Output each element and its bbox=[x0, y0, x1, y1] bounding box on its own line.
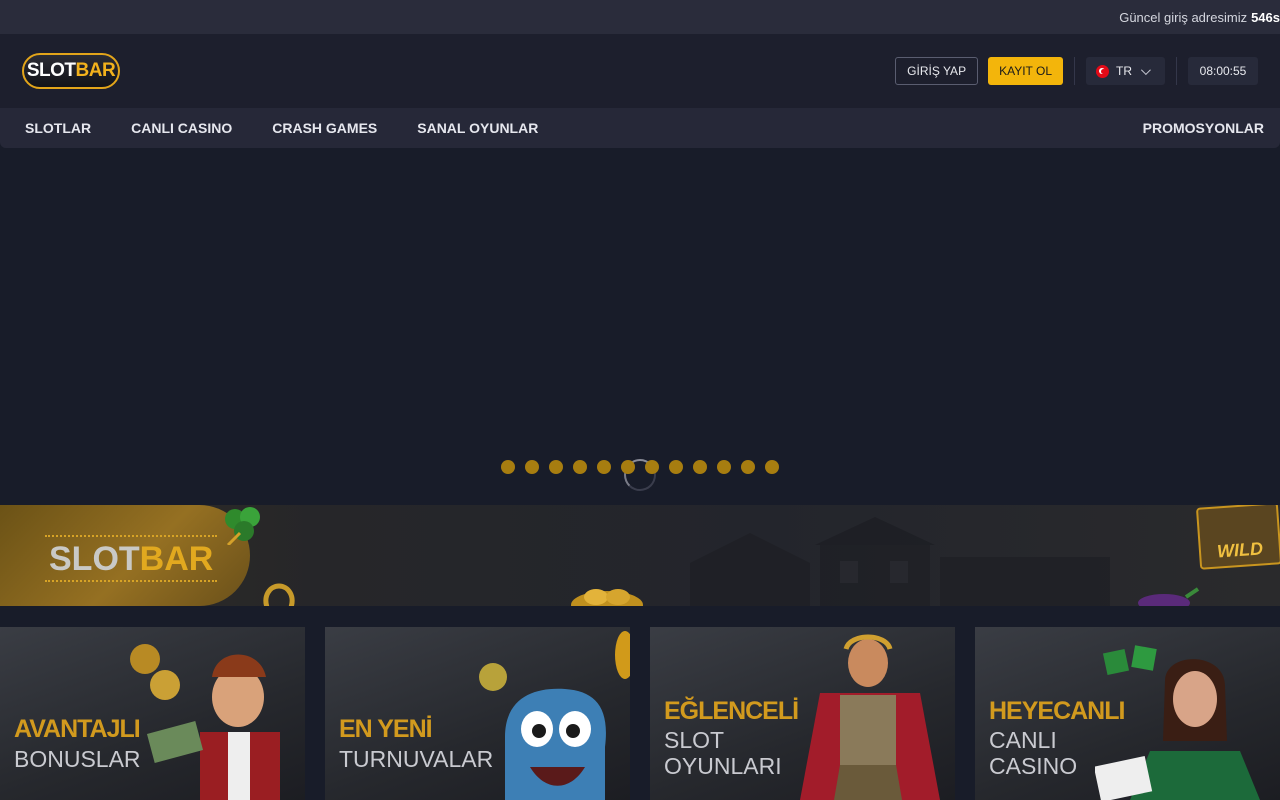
site-logo[interactable]: SLOT BAR bbox=[22, 53, 120, 89]
slider-dot[interactable] bbox=[597, 460, 611, 474]
card-title: EĞLENCELİ bbox=[664, 697, 799, 725]
card-live-casino[interactable]: HEYECANLI CANLI CASINO bbox=[975, 627, 1280, 800]
ticker-count: 546s bbox=[1251, 9, 1280, 25]
logo-slot-text: SLOT bbox=[26, 60, 76, 81]
announcement-ticker: Güncel giriş adresimiz 546s bbox=[0, 0, 1280, 34]
site-header: SLOT BAR GİRİŞ YAP KAYIT OL TR 08:00:55 bbox=[0, 34, 1280, 108]
header-divider bbox=[1074, 57, 1075, 85]
chevron-down-icon bbox=[1140, 64, 1151, 75]
slider-dot[interactable] bbox=[621, 460, 635, 474]
header-actions: GİRİŞ YAP KAYIT OL TR 08:00:55 bbox=[895, 57, 1258, 85]
card-subtitle: BONUSLAR bbox=[14, 746, 141, 772]
register-button[interactable]: KAYIT OL bbox=[988, 57, 1063, 85]
card-tournaments[interactable]: EN YENİ TURNUVALAR bbox=[325, 627, 630, 800]
turkey-flag-icon bbox=[1096, 64, 1109, 78]
nav-item-promosyonlar[interactable]: PROMOSYONLAR bbox=[1143, 120, 1264, 136]
horseshoe-icon bbox=[263, 583, 295, 606]
gladiator-icon bbox=[800, 634, 940, 800]
slider-dot[interactable] bbox=[765, 460, 779, 474]
nav-item-slotlar[interactable]: SLOTLAR bbox=[25, 120, 91, 136]
slider-pagination bbox=[501, 460, 789, 474]
card-title: AVANTAJLI bbox=[14, 715, 141, 743]
slider-dot[interactable] bbox=[741, 460, 755, 474]
card-subtitle: CANLI bbox=[989, 727, 1057, 753]
card-bonuses[interactable]: AVANTAJLI BONUSLAR bbox=[0, 627, 305, 800]
slider-dot[interactable] bbox=[573, 460, 587, 474]
slider-dot[interactable] bbox=[645, 460, 659, 474]
promo-cards: AVANTAJLI BONUSLAR EN YENİ TURNUVALAR EĞ… bbox=[0, 627, 1280, 800]
man-with-cash-icon bbox=[130, 644, 280, 800]
slider-dot[interactable] bbox=[525, 460, 539, 474]
hero-slider bbox=[0, 148, 1280, 505]
card-subtitle: TURNUVALAR bbox=[339, 746, 494, 772]
header-divider bbox=[1176, 57, 1177, 85]
logo-bar-text: BAR bbox=[75, 60, 116, 81]
nav-item-sanal-oyunlar[interactable]: SANAL OYUNLAR bbox=[417, 120, 538, 136]
clock-display: 08:00:55 bbox=[1188, 57, 1258, 85]
banner-logo-slot: SLOT bbox=[49, 540, 140, 578]
slider-dot[interactable] bbox=[501, 460, 515, 474]
main-nav: SLOTLAR CANLI CASINO CRASH GAMES SANAL O… bbox=[0, 108, 1280, 148]
clover-icon bbox=[225, 507, 260, 545]
slider-dot[interactable] bbox=[717, 460, 731, 474]
card-title: HEYECANLI bbox=[989, 697, 1125, 725]
login-button[interactable]: GİRİŞ YAP bbox=[895, 57, 979, 85]
blue-car-mascot-icon bbox=[479, 631, 630, 800]
promo-banner[interactable]: SLOTBAR WILD bbox=[0, 505, 1280, 606]
building-silhouette-icon bbox=[690, 517, 1110, 606]
language-code: TR bbox=[1116, 64, 1132, 78]
card-subtitle-2: OYUNLARI bbox=[664, 753, 782, 779]
card-slot-games[interactable]: EĞLENCELİ SLOT OYUNLARI bbox=[650, 627, 955, 800]
banner-logo: SLOTBAR bbox=[45, 535, 218, 582]
language-selector[interactable]: TR bbox=[1086, 57, 1165, 85]
banner-logo-bar: BAR bbox=[139, 540, 214, 578]
ticker-text: Güncel giriş adresimiz bbox=[1119, 9, 1248, 25]
slider-dot[interactable] bbox=[693, 460, 707, 474]
coins-icon bbox=[571, 589, 643, 606]
wild-symbol-icon: WILD bbox=[1195, 505, 1280, 570]
eggplant-icon bbox=[1138, 587, 1200, 606]
slider-dot[interactable] bbox=[669, 460, 683, 474]
nav-item-crash-games[interactable]: CRASH GAMES bbox=[272, 120, 377, 136]
card-subtitle-2: CASINO bbox=[989, 753, 1078, 779]
card-title: EN YENİ bbox=[339, 715, 433, 743]
nav-item-canli-casino[interactable]: CANLI CASINO bbox=[131, 120, 232, 136]
card-subtitle: SLOT bbox=[664, 727, 725, 753]
slider-dot[interactable] bbox=[549, 460, 563, 474]
